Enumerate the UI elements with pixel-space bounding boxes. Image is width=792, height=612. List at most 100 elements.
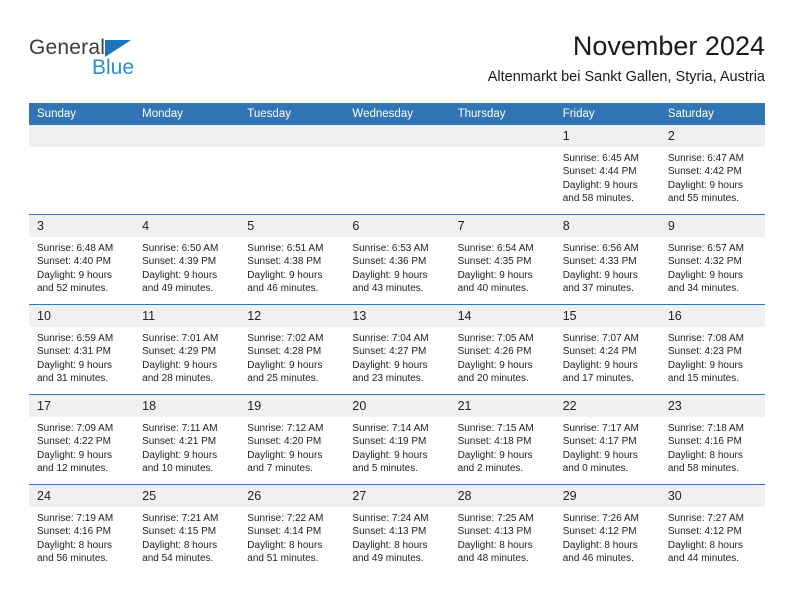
day-sun-info: Sunrise: 7:12 AM Sunset: 4:20 PM Daylight:…	[239, 417, 344, 476]
calendar-day-cell[interactable]: 22 Sunrise: 7:17 AM Sunset: 4:17 PM Dayligh…	[554, 394, 660, 485]
brand-logo[interactable]: General Blue	[29, 36, 229, 92]
day-number	[344, 125, 450, 147]
calendar-week-row: 17 Sunrise: 7:09 AM Sunset: 4:22 PM Dayligh…	[29, 394, 765, 485]
calendar-day-cell[interactable]: 17 Sunrise: 7:09 AM Sunset: 4:22 PM Dayligh…	[29, 394, 135, 485]
day-sun-info-line: Sunrise: 7:08 AM	[667, 333, 744, 344]
day-sun-info-line: Daylight: 9 hours	[37, 359, 113, 371]
day-sun-info: Sunrise: 7:19 AM Sunset: 4:16 PM Daylight:…	[29, 507, 134, 566]
calendar-day-cell[interactable]: 20 Sunrise: 7:14 AM Sunset: 4:19 PM Dayligh…	[344, 394, 450, 485]
calendar-day-cell[interactable]: 2 Sunrise: 6:47 AM Sunset: 4:42 PM Daylight…	[659, 125, 765, 215]
day-sun-info-line: Sunrise: 6:50 AM	[142, 243, 219, 254]
day-sun-info-line: Sunset: 4:44 PM	[562, 166, 637, 178]
day-sun-info-line: Daylight: 9 hours	[247, 359, 323, 371]
day-sun-info: Sunrise: 7:25 AM Sunset: 4:13 PM Daylight:…	[450, 507, 555, 566]
day-sun-info-line: Daylight: 8 hours	[352, 539, 428, 551]
day-number: 15	[554, 305, 660, 327]
day-sun-info-line: and 7 minutes.	[247, 463, 313, 475]
calendar-day-cell[interactable]: 19 Sunrise: 7:12 AM Sunset: 4:20 PM Dayligh…	[239, 394, 345, 485]
calendar-day-cell[interactable]: 25 Sunrise: 7:21 AM Sunset: 4:15 PM Dayligh…	[134, 484, 240, 574]
day-number: 21	[449, 395, 555, 417]
weekday-header-wednesday: Wednesday	[344, 103, 450, 125]
day-sun-info-line: Sunrise: 7:02 AM	[247, 333, 324, 344]
day-sun-info-line: Daylight: 9 hours	[457, 269, 533, 281]
day-sun-info-line: Daylight: 9 hours	[667, 359, 743, 371]
day-sun-info-line: and 23 minutes.	[352, 373, 424, 385]
day-sun-info-line: Sunrise: 7:22 AM	[247, 513, 324, 524]
day-sun-info-line: Sunset: 4:32 PM	[667, 256, 742, 268]
day-sun-info-line: and 15 minutes.	[667, 373, 740, 385]
day-sun-info-line: Sunset: 4:19 PM	[352, 436, 427, 448]
calendar-day-cell[interactable]: 7 Sunrise: 6:54 AM Sunset: 4:35 PM Daylight…	[449, 214, 555, 305]
calendar-day-cell[interactable]: 1 Sunrise: 6:45 AM Sunset: 4:44 PM Daylight…	[554, 125, 660, 215]
calendar-day-cell[interactable]: 13 Sunrise: 7:04 AM Sunset: 4:27 PM Dayligh…	[344, 304, 450, 395]
day-number: 4	[134, 215, 240, 237]
calendar-day-cell[interactable]: 21 Sunrise: 7:15 AM Sunset: 4:18 PM Dayligh…	[449, 394, 555, 485]
calendar-day-cell[interactable]: 14 Sunrise: 7:05 AM Sunset: 4:26 PM Dayligh…	[449, 304, 555, 395]
day-sun-info: Sunrise: 7:27 AM Sunset: 4:12 PM Daylight:…	[660, 507, 765, 566]
day-sun-info-line: Sunrise: 6:57 AM	[667, 243, 744, 254]
day-sun-info-line: Daylight: 8 hours	[457, 539, 533, 551]
day-sun-info-line: Sunrise: 7:12 AM	[247, 423, 324, 434]
day-number	[134, 125, 240, 147]
title-block: November 2024 Altenmarkt bei Sankt Galle…	[488, 30, 765, 86]
day-sun-info-line: Daylight: 8 hours	[142, 539, 218, 551]
calendar-day-cell[interactable]: 18 Sunrise: 7:11 AM Sunset: 4:21 PM Dayligh…	[134, 394, 240, 485]
calendar-day-cell[interactable]: 24 Sunrise: 7:19 AM Sunset: 4:16 PM Dayligh…	[29, 484, 135, 574]
calendar-day-cell[interactable]: 26 Sunrise: 7:22 AM Sunset: 4:14 PM Dayligh…	[239, 484, 345, 574]
calendar-day-cell[interactable]: 30 Sunrise: 7:27 AM Sunset: 4:12 PM Dayligh…	[659, 484, 765, 574]
calendar-day-cell[interactable]: 10 Sunrise: 6:59 AM Sunset: 4:31 PM Dayligh…	[29, 304, 135, 395]
calendar-day-cell[interactable]: 28 Sunrise: 7:25 AM Sunset: 4:13 PM Dayligh…	[449, 484, 555, 574]
day-sun-info-line: Sunset: 4:26 PM	[457, 346, 532, 358]
calendar-day-cell[interactable]: 11 Sunrise: 7:01 AM Sunset: 4:29 PM Dayligh…	[134, 304, 240, 395]
calendar-day-cell[interactable]: 27 Sunrise: 7:24 AM Sunset: 4:13 PM Dayligh…	[344, 484, 450, 574]
calendar-day-cell[interactable]: 6 Sunrise: 6:53 AM Sunset: 4:36 PM Daylight…	[344, 214, 450, 305]
calendar-day-cell[interactable]: 29 Sunrise: 7:26 AM Sunset: 4:12 PM Dayligh…	[554, 484, 660, 574]
day-number: 30	[659, 485, 765, 507]
day-sun-info: Sunrise: 7:21 AM Sunset: 4:15 PM Daylight:…	[134, 507, 239, 566]
day-number: 29	[554, 485, 660, 507]
day-sun-info-line: Sunrise: 7:24 AM	[352, 513, 429, 524]
brand-name-blue: Blue	[92, 56, 135, 79]
calendar-day-cell[interactable]: 12 Sunrise: 7:02 AM Sunset: 4:28 PM Dayligh…	[239, 304, 345, 395]
day-sun-info-line: Sunset: 4:24 PM	[562, 346, 637, 358]
day-sun-info-line: Sunset: 4:40 PM	[37, 256, 111, 268]
calendar-day-cell[interactable]: 5 Sunrise: 6:51 AM Sunset: 4:38 PM Daylight…	[239, 214, 345, 305]
day-number: 3	[29, 215, 135, 237]
day-sun-info-line: Sunrise: 6:48 AM	[37, 243, 114, 254]
day-sun-info-line: Sunrise: 7:01 AM	[142, 333, 219, 344]
day-sun-info-line: Sunrise: 7:11 AM	[142, 423, 218, 434]
day-sun-info: Sunrise: 7:04 AM Sunset: 4:27 PM Daylight:…	[344, 327, 449, 386]
weekday-header-friday: Friday	[554, 103, 660, 125]
day-sun-info: Sunrise: 7:08 AM Sunset: 4:23 PM Daylight:…	[660, 327, 765, 386]
calendar-day-cell[interactable]: 15 Sunrise: 7:07 AM Sunset: 4:24 PM Dayligh…	[554, 304, 660, 395]
day-sun-info-line: Sunset: 4:22 PM	[37, 436, 111, 448]
calendar-day-cell[interactable]: 9 Sunrise: 6:57 AM Sunset: 4:32 PM Daylight…	[659, 214, 765, 305]
calendar-day-cell[interactable]: 8 Sunrise: 6:56 AM Sunset: 4:33 PM Daylight…	[554, 214, 660, 305]
day-sun-info-line: Sunrise: 6:47 AM	[667, 153, 744, 164]
day-sun-info: Sunrise: 7:07 AM Sunset: 4:24 PM Daylight:…	[555, 327, 660, 386]
day-sun-info-line: Sunrise: 7:04 AM	[352, 333, 429, 344]
day-sun-info-line: Sunset: 4:12 PM	[667, 526, 742, 538]
day-sun-info-line: Daylight: 8 hours	[667, 539, 743, 551]
calendar-day-cell[interactable]: 4 Sunrise: 6:50 AM Sunset: 4:39 PM Daylight…	[134, 214, 240, 305]
day-number: 16	[659, 305, 765, 327]
day-sun-info-line: Daylight: 9 hours	[142, 269, 218, 281]
calendar-body: 1 Sunrise: 6:45 AM Sunset: 4:44 PM Daylight…	[29, 125, 765, 574]
day-sun-info-line: and 56 minutes.	[37, 553, 109, 565]
day-sun-info-line: Sunrise: 6:54 AM	[457, 243, 534, 254]
calendar-week-row: 3 Sunrise: 6:48 AM Sunset: 4:40 PM Daylight…	[29, 214, 765, 305]
day-sun-info-line: Sunrise: 7:05 AM	[457, 333, 534, 344]
day-number: 2	[659, 125, 765, 147]
day-sun-info-line: and 49 minutes.	[142, 283, 214, 295]
day-sun-info-line: Daylight: 9 hours	[667, 179, 743, 191]
day-sun-info: Sunrise: 6:51 AM Sunset: 4:38 PM Daylight:…	[239, 237, 344, 296]
day-sun-info-line: and 58 minutes.	[562, 193, 634, 205]
day-number: 18	[134, 395, 240, 417]
day-sun-info: Sunrise: 7:09 AM Sunset: 4:22 PM Daylight:…	[29, 417, 134, 476]
day-sun-info-line: Daylight: 9 hours	[37, 269, 113, 281]
day-sun-info-line: Sunrise: 7:26 AM	[562, 513, 639, 524]
day-number: 9	[659, 215, 765, 237]
calendar-day-cell[interactable]: 3 Sunrise: 6:48 AM Sunset: 4:40 PM Daylight…	[29, 214, 135, 305]
calendar-day-cell[interactable]: 16 Sunrise: 7:08 AM Sunset: 4:23 PM Dayligh…	[659, 304, 765, 395]
calendar-day-cell[interactable]: 23 Sunrise: 7:18 AM Sunset: 4:16 PM Dayligh…	[659, 394, 765, 485]
